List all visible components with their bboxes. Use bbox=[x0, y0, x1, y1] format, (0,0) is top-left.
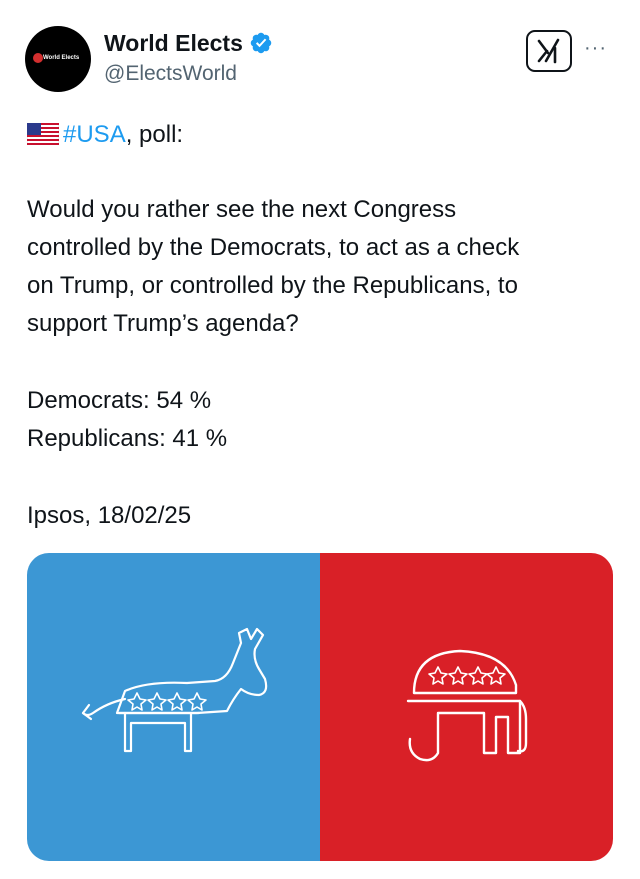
grok-icon bbox=[537, 38, 560, 64]
democrat-donkey-icon bbox=[81, 627, 268, 753]
poll-source: Ipsos, 18/02/25 bbox=[27, 502, 192, 529]
avatar[interactable]: World Elects bbox=[25, 26, 91, 92]
grok-button[interactable] bbox=[526, 30, 572, 72]
result-republicans: Republicans: 41 % bbox=[27, 425, 228, 452]
author-handle[interactable]: @ElectsWorld bbox=[104, 59, 273, 89]
globe-logo-icon bbox=[33, 53, 43, 63]
tweet-intro-line: #USA, poll: bbox=[27, 116, 183, 154]
question-line: on Trump, or controlled by the Republica… bbox=[27, 272, 518, 299]
author-block: World Elects @ElectsWorld bbox=[104, 28, 273, 89]
more-options-icon[interactable]: ··· bbox=[584, 38, 607, 58]
author-display-name[interactable]: World Elects bbox=[104, 28, 243, 58]
question-line: support Trump’s agenda? bbox=[27, 310, 299, 337]
tweet-header: World Elects World Elects @ElectsWorld ·… bbox=[0, 0, 640, 110]
avatar-logo-text: World Elects bbox=[43, 55, 80, 61]
intro-suffix: , poll: bbox=[125, 121, 184, 148]
tweet-image[interactable] bbox=[27, 553, 613, 861]
republican-elephant-icon bbox=[406, 649, 528, 762]
hashtag-link[interactable]: #USA bbox=[63, 121, 126, 148]
question-line: controlled by the Democrats, to act as a… bbox=[27, 234, 520, 261]
result-democrats: Democrats: 54 % bbox=[27, 387, 212, 414]
question-line: Would you rather see the next Congress bbox=[27, 196, 457, 223]
democrat-panel bbox=[27, 553, 320, 861]
republican-panel bbox=[320, 553, 613, 861]
author-name-row[interactable]: World Elects bbox=[104, 28, 273, 58]
us-flag-icon bbox=[27, 123, 59, 145]
verified-badge-icon bbox=[250, 32, 272, 54]
